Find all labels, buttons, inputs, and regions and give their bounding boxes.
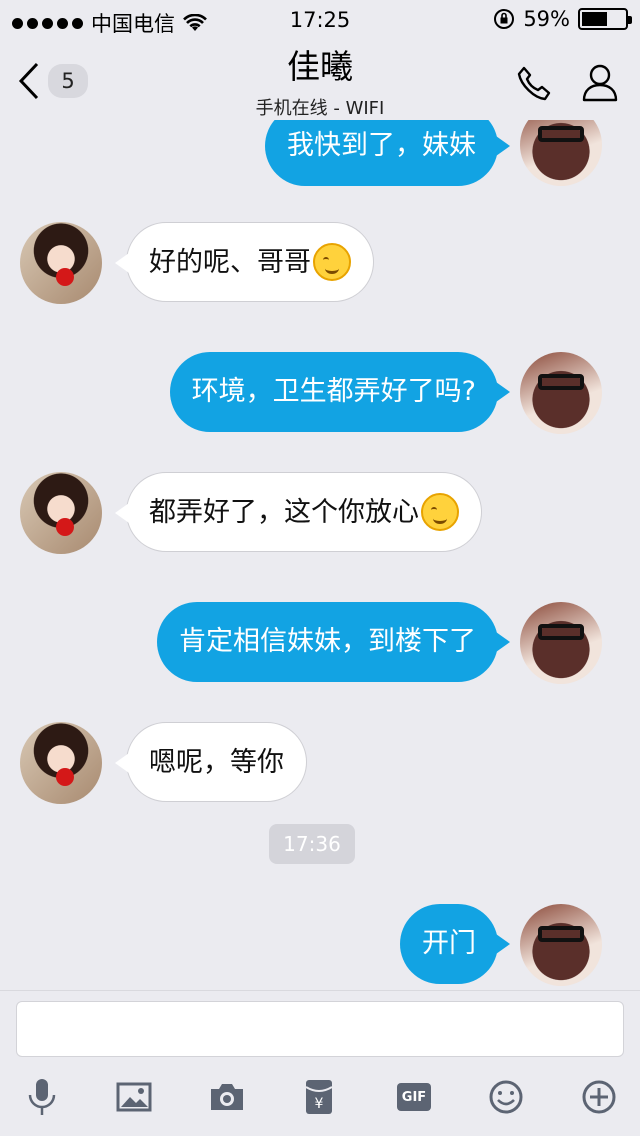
message-input[interactable] [16,1001,624,1057]
red-packet-icon[interactable]: ¥ [299,1077,339,1117]
input-bar: ¥ GIF [0,990,640,1136]
contact-avatar[interactable] [20,722,102,804]
message-bubble[interactable]: 我快到了，妹妹 [265,120,510,186]
my-avatar[interactable] [520,120,602,186]
smile-emoji-icon [421,492,459,531]
emoji-icon[interactable] [486,1077,526,1117]
message-bubble[interactable]: 都弄好了，这个你放心 [115,472,482,552]
battery-icon [578,8,632,30]
input-toolbar: ¥ GIF [0,1077,640,1117]
image-icon[interactable] [114,1077,154,1117]
message-bubble[interactable]: 开门 [400,904,510,984]
message-list[interactable]: 我快到了，妹妹 好的呢、哥哥 环境，卫生都弄好了吗? 都弄好了，这个你放心 肯定… [0,120,640,990]
battery-percent: 59% [523,7,570,31]
svg-text:¥: ¥ [315,1096,324,1112]
contact-avatar[interactable] [20,222,102,304]
message-bubble[interactable]: 嗯呢，等你 [115,722,307,802]
timestamp-separator: 17:36 [269,824,355,864]
chat-header: 5 佳曦 手机在线 - WIFI [0,40,640,120]
battery-group: 59% [493,7,632,31]
contact-avatar[interactable] [20,472,102,554]
my-avatar[interactable] [520,352,602,434]
gif-icon[interactable]: GIF [394,1077,434,1117]
message-bubble[interactable]: 好的呢、哥哥 [115,222,374,302]
plus-icon[interactable] [579,1077,619,1117]
smile-emoji-icon [313,242,351,281]
message-bubble[interactable]: 环境，卫生都弄好了吗? [169,352,511,432]
mic-icon[interactable] [22,1077,62,1117]
message-bubble[interactable]: 肯定相信妹妹，到楼下了 [157,602,510,682]
my-avatar[interactable] [520,602,602,684]
my-avatar[interactable] [520,904,602,986]
rotation-lock-icon [494,9,515,29]
phone-icon[interactable] [516,65,554,103]
status-bar: 中国电信 17:25 59% [0,0,640,40]
profile-icon[interactable] [582,64,618,102]
camera-icon[interactable] [207,1077,247,1117]
